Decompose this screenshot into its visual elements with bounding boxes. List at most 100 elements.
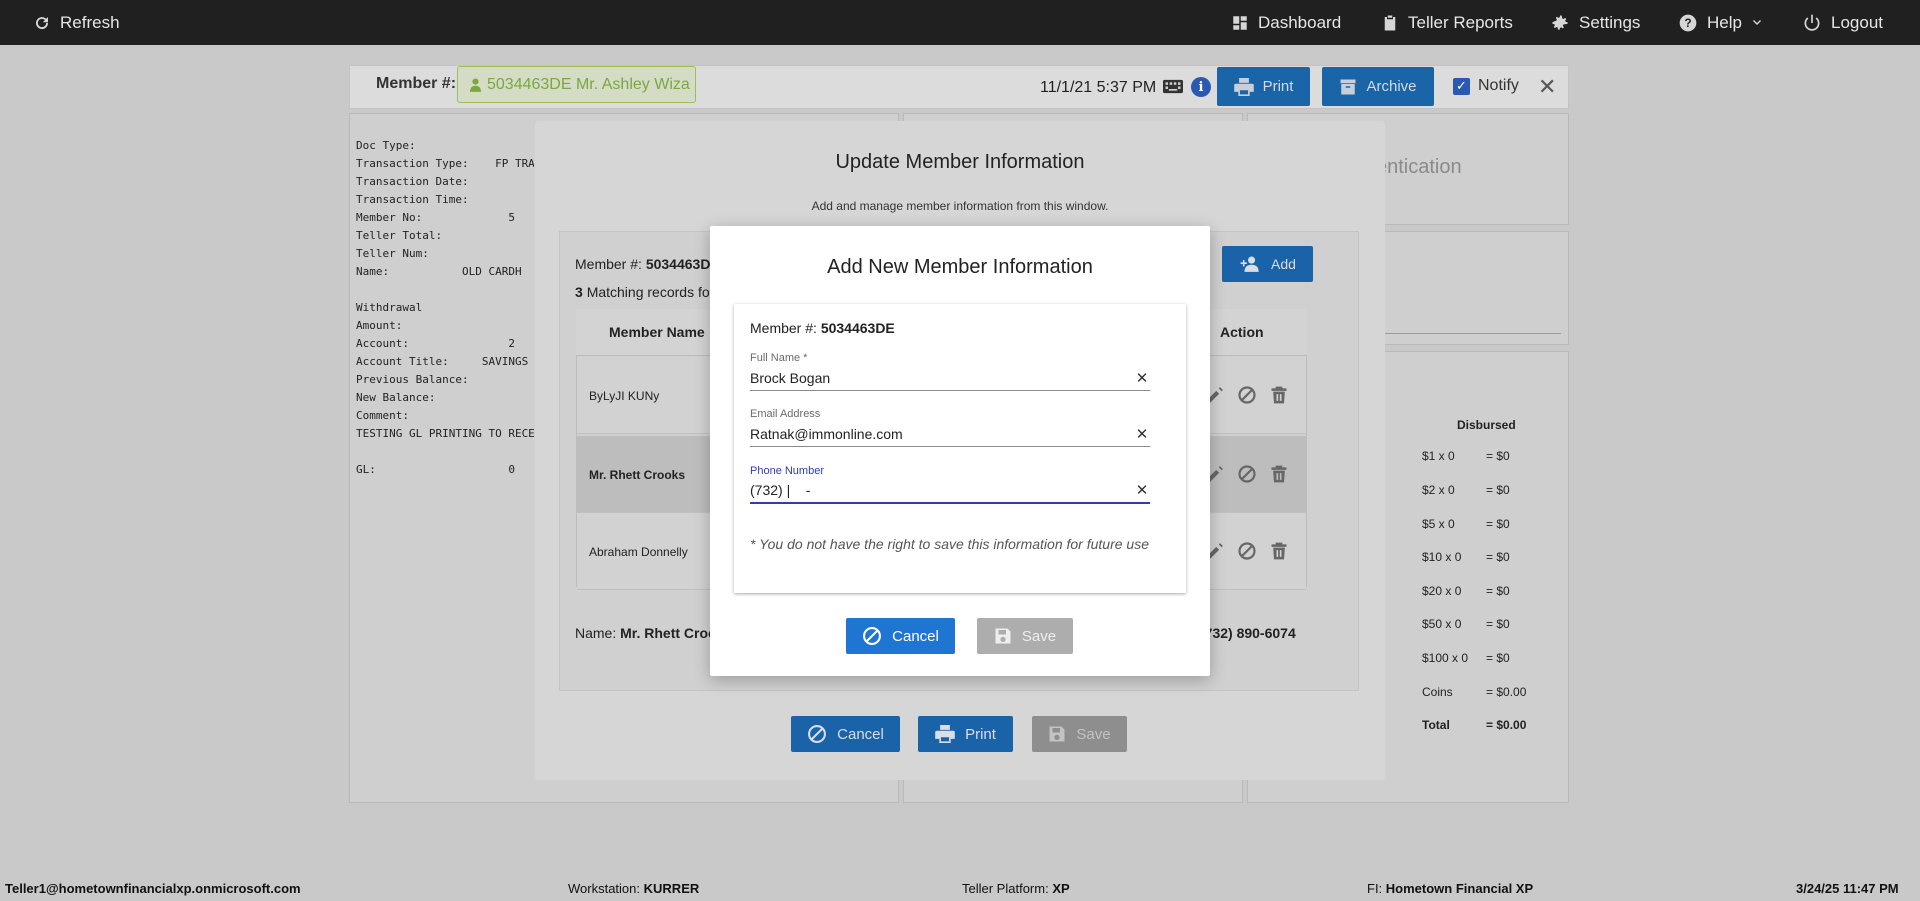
row-actions: [1205, 384, 1289, 406]
update-member-value: 5034463D: [645, 256, 711, 272]
add-member-dialog: Add New Member Information Member #: 503…: [710, 226, 1210, 676]
denomination-amount: = $0.00: [1486, 685, 1527, 699]
save-icon: [1049, 726, 1065, 742]
archive-label: Archive: [1366, 78, 1417, 95]
session-datetime: 11/1/21 5:37 PM: [1040, 79, 1157, 96]
denomination-amount: = $0: [1486, 483, 1510, 497]
logout-label: Logout: [1831, 12, 1883, 32]
info-icon[interactable]: i: [1191, 77, 1211, 97]
close-icon[interactable]: ✕: [1538, 74, 1556, 100]
email-value: Ratnak@immonline.com: [750, 425, 903, 442]
selected-name-value: Mr. Rhett Croc: [620, 625, 716, 641]
help-label: Help: [1707, 12, 1742, 32]
clear-icon[interactable]: ✕: [1134, 481, 1150, 499]
trash-icon[interactable]: [1269, 384, 1289, 406]
member-name-cell: Abraham Donnelly: [589, 545, 688, 559]
clear-icon[interactable]: ✕: [1134, 425, 1150, 443]
add-member-value: 5034463DE: [820, 320, 895, 336]
full-name-value: Brock Bogan: [750, 369, 831, 386]
platform-value: XP: [1052, 881, 1070, 896]
add-dialog-title: Add New Member Information: [827, 256, 1093, 278]
add-member-button[interactable]: Add: [1222, 246, 1313, 282]
receipt-line: New Balance:: [356, 391, 436, 404]
column-member-name: Member Name: [609, 324, 705, 340]
denomination-label: Total: [1422, 718, 1450, 732]
phone-label: Phone Number: [750, 465, 824, 477]
selected-name: Name: Mr. Rhett Croc: [575, 625, 716, 641]
denomination-label: Coins: [1422, 685, 1453, 699]
add-label: Add: [1271, 256, 1296, 272]
receipt-line: Name: OLD CARDH: [356, 265, 522, 278]
save-icon: [995, 628, 1011, 644]
footer-user: Teller1@hometownfinancialxp.onmicrosoft.…: [5, 881, 301, 896]
update-save-button[interactable]: Save: [1032, 716, 1127, 752]
logout-link[interactable]: Logout: [1802, 0, 1883, 45]
denomination-label: $50 x 0: [1422, 617, 1462, 631]
add-member-label: Member #:: [750, 320, 817, 336]
trash-icon[interactable]: [1269, 540, 1289, 562]
receipt-line: Amount:: [356, 319, 403, 332]
update-print-button[interactable]: Print: [918, 716, 1013, 752]
archive-button[interactable]: Archive: [1322, 67, 1434, 106]
notify-toggle[interactable]: ✓ Notify: [1453, 77, 1519, 95]
notify-label: Notify: [1478, 77, 1519, 94]
teller-reports-link[interactable]: Teller Reports: [1381, 0, 1513, 45]
receipt-line: [356, 281, 534, 299]
member-chip[interactable]: 5034463DE Mr. Ashley Wiza: [457, 66, 696, 103]
dashboard-label: Dashboard: [1258, 12, 1342, 32]
dashboard-link[interactable]: Dashboard: [1231, 0, 1341, 45]
update-cancel-button[interactable]: Cancel: [791, 716, 900, 752]
refresh-label: Refresh: [60, 12, 120, 32]
receipt-line: Doc Type:: [356, 139, 416, 152]
denomination-amount: = $0: [1486, 550, 1510, 564]
footer-fi: FI: Hometown Financial XP: [1367, 881, 1533, 896]
trash-icon[interactable]: [1269, 463, 1289, 485]
refresh-button[interactable]: Refresh: [33, 0, 120, 45]
matching-label: Matching records fo: [586, 284, 710, 300]
settings-label: Settings: [1579, 12, 1641, 32]
add-cancel-label: Cancel: [892, 627, 939, 645]
add-cancel-button[interactable]: Cancel: [846, 618, 955, 654]
clear-icon[interactable]: ✕: [1134, 369, 1150, 387]
update-cancel-label: Cancel: [837, 725, 884, 743]
selected-phone: (732) 890-6074: [1200, 625, 1296, 641]
add-member-number: Member #: 5034463DE: [750, 320, 895, 336]
denomination-amount: = $0: [1486, 449, 1510, 463]
denomination-label: $10 x 0: [1422, 550, 1462, 564]
footer-timestamp: 3/24/25 11:47 PM: [1796, 881, 1899, 896]
top-nav: Refresh Dashboard Teller Reports Setting…: [0, 0, 1920, 45]
denomination-label: $100 x 0: [1422, 651, 1469, 665]
email-field[interactable]: Ratnak@immonline.com ✕: [750, 421, 1150, 447]
update-dialog-title: Update Member Information: [835, 151, 1085, 173]
full-name-field[interactable]: Brock Bogan ✕: [750, 365, 1150, 391]
receipt-line: Comment:: [356, 409, 409, 422]
workstation-label: Workstation:: [568, 881, 641, 896]
add-save-button[interactable]: Save: [977, 618, 1073, 654]
help-menu[interactable]: ? Help: [1678, 0, 1763, 45]
block-icon[interactable]: [1237, 384, 1257, 406]
clipboard-icon: [1384, 15, 1396, 30]
print-button[interactable]: Print: [1217, 67, 1310, 106]
update-save-label: Save: [1076, 725, 1111, 743]
receipt-text: Doc Type: Transaction Type: FP TRA Transac…: [356, 137, 534, 479]
receipt-line: Previous Balance:: [356, 373, 469, 386]
denomination-label: $1 x 0: [1422, 449, 1455, 463]
disbursed-header: Disbursed: [1457, 418, 1516, 432]
privacy-note: * You do not have the right to save this…: [750, 536, 1149, 552]
fi-value: Hometown Financial XP: [1385, 881, 1534, 896]
keyboard-icon[interactable]: [1163, 79, 1183, 94]
phone-field[interactable]: (732) | - ✕: [750, 478, 1150, 504]
block-icon[interactable]: [1237, 540, 1257, 562]
user-icon: [470, 77, 481, 92]
column-action: Action: [1220, 324, 1264, 340]
matching-count: 3: [575, 284, 583, 300]
workstation-value: KURRER: [643, 881, 700, 896]
receipt-line: Member No: 5: [356, 211, 515, 224]
settings-link[interactable]: Settings: [1550, 0, 1640, 45]
block-icon[interactable]: [1237, 463, 1257, 485]
update-dialog-subtitle: Add and manage member information from t…: [811, 199, 1109, 213]
row-actions: [1205, 463, 1289, 485]
print-label: Print: [1262, 78, 1294, 95]
chevron-down-icon: [1752, 19, 1761, 25]
phone-value: (732) | -: [750, 482, 811, 498]
